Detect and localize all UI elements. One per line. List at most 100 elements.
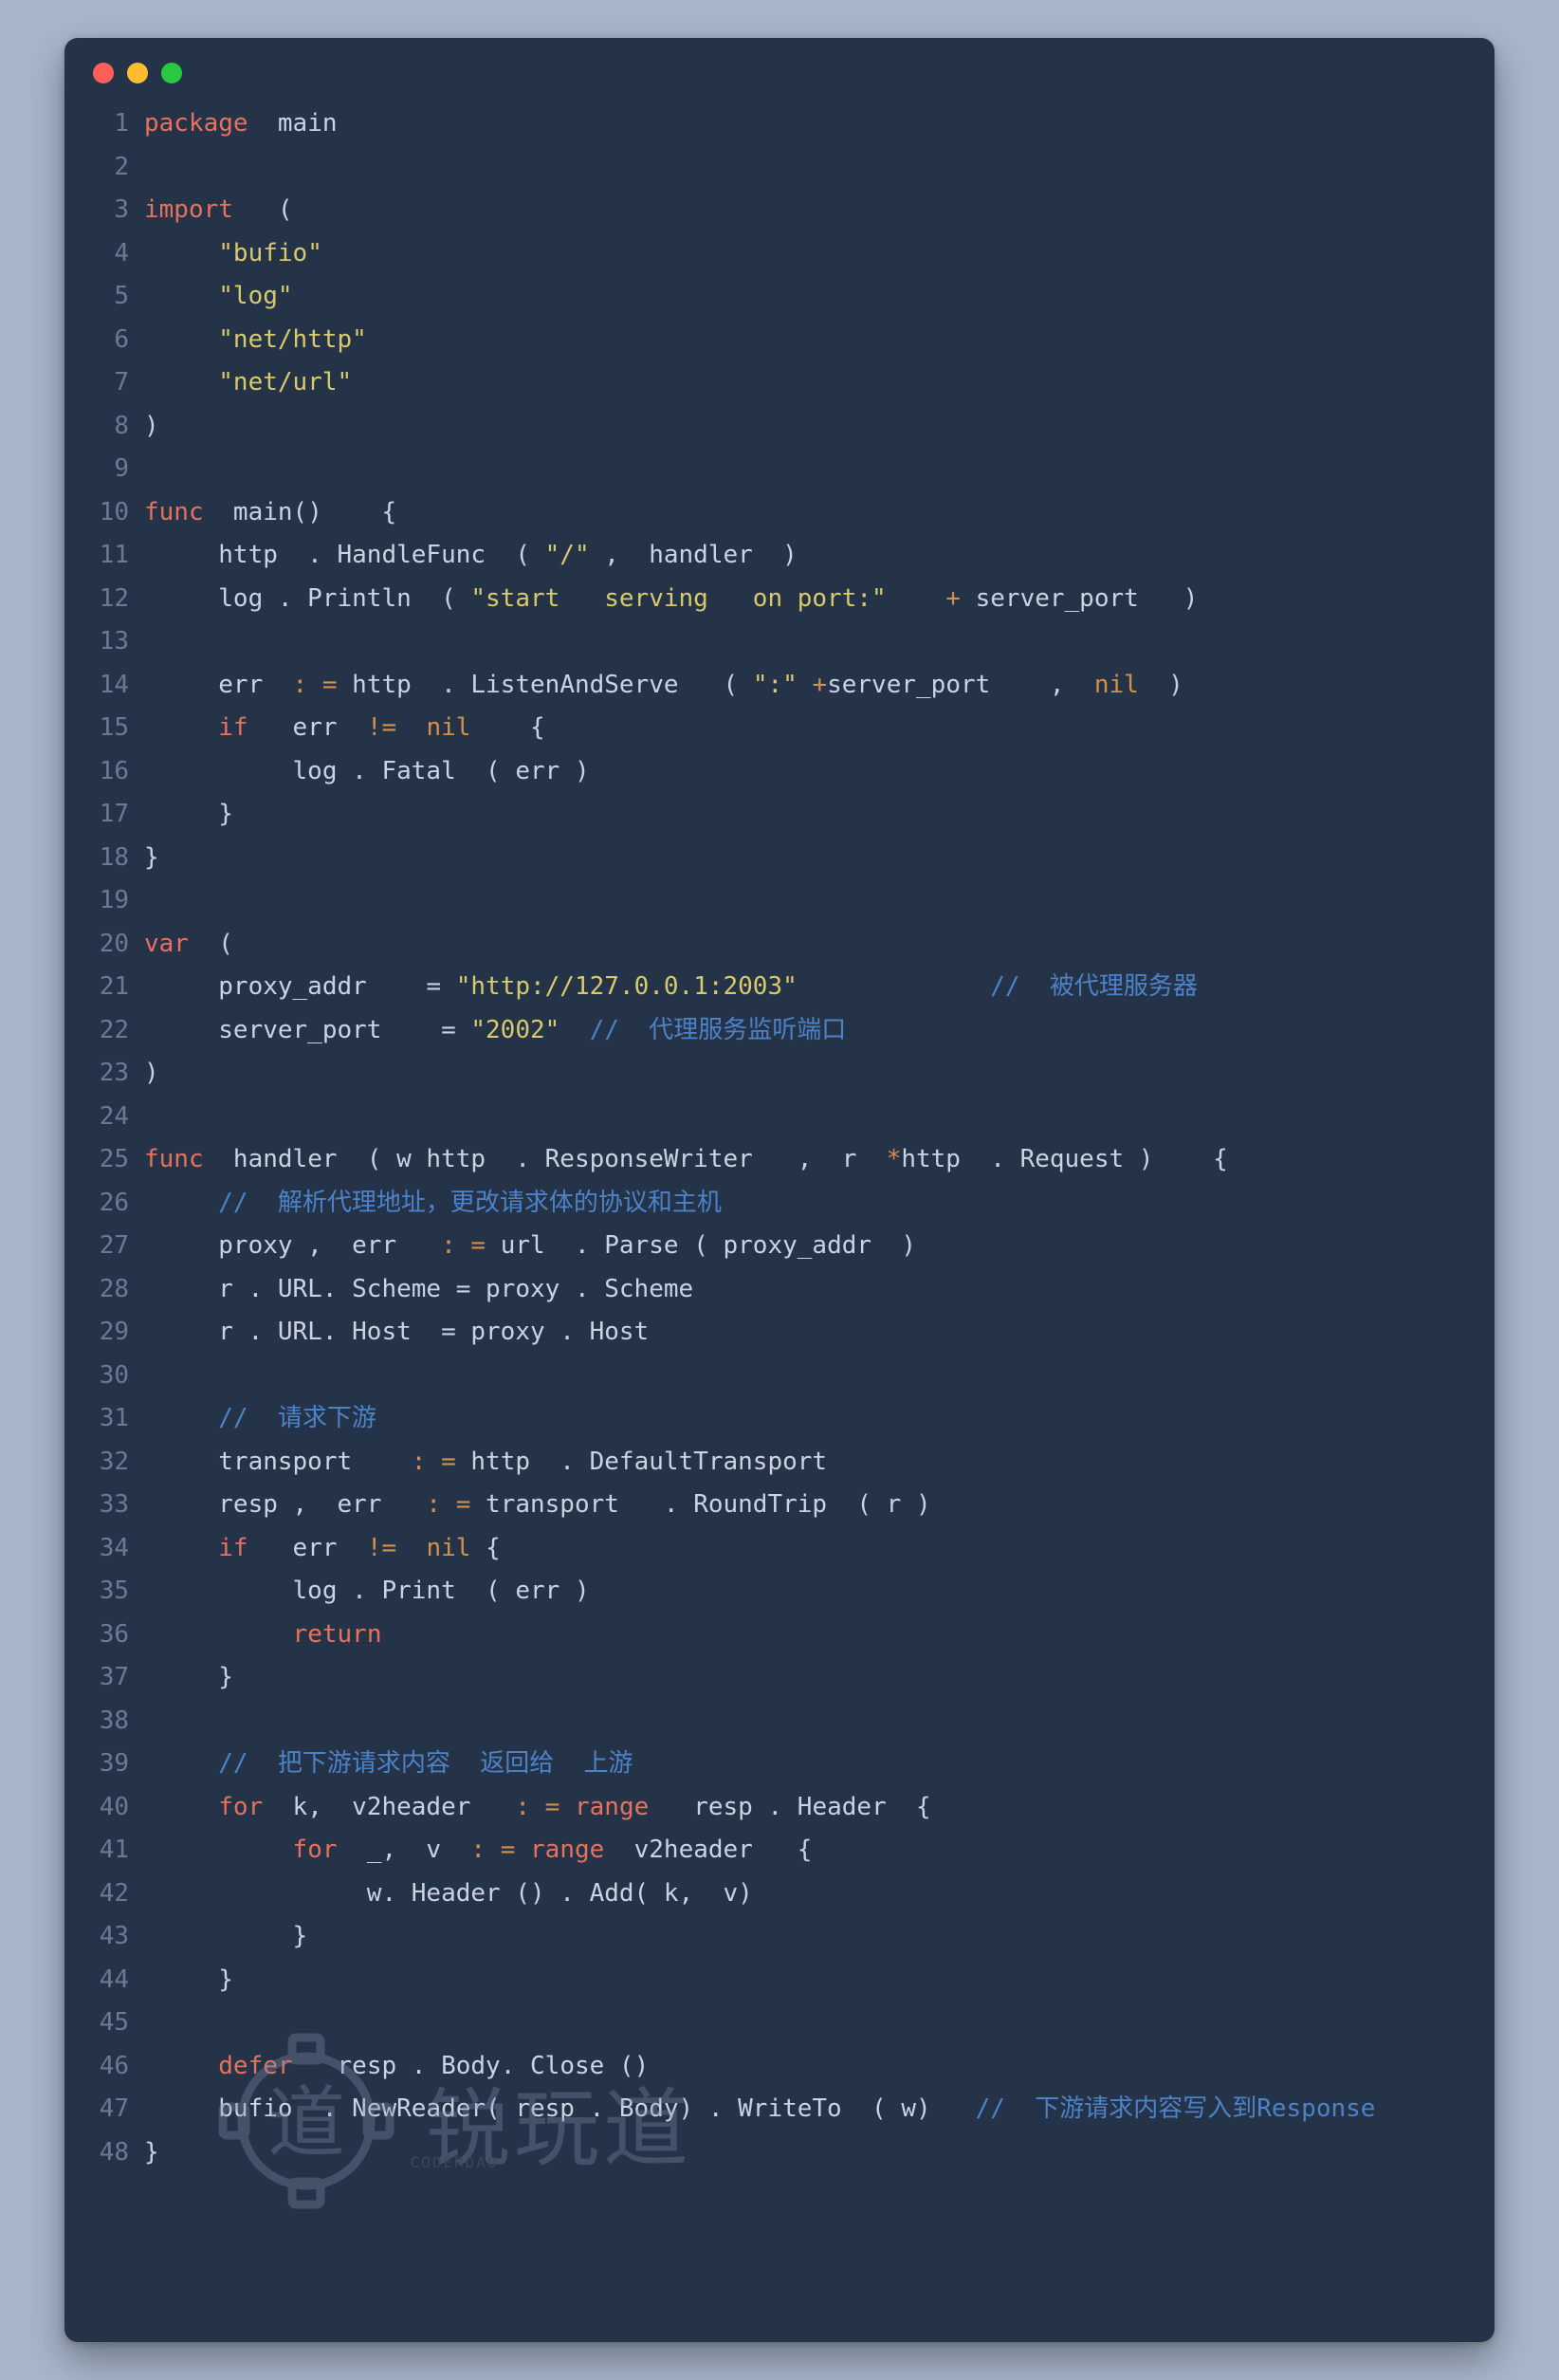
code-line: 1package main (91, 102, 1468, 146)
line-number: 6 (91, 319, 144, 362)
code-line: 41 for _, v : = range v2header { (91, 1829, 1468, 1873)
line-content: // 解析代理地址，更改请求体的协议和主机 (144, 1182, 1468, 1226)
code-area: 1package main23import (4 "bufio"5 "log"6… (64, 91, 1495, 2201)
line-content: proxy_addr = "http://127.0.0.1:2003" // … (144, 966, 1468, 1009)
line-number: 14 (91, 664, 144, 708)
code-line: 7 "net/url" (91, 361, 1468, 405)
line-content: } (144, 1959, 1468, 2002)
line-number: 35 (91, 1570, 144, 1614)
line-number: 7 (91, 361, 144, 405)
line-content: resp , err : = transport . RoundTrip ( r… (144, 1484, 1468, 1527)
code-line: 29 r . URL. Host = proxy . Host (91, 1311, 1468, 1355)
code-line: 27 proxy , err : = url . Parse ( proxy_a… (91, 1225, 1468, 1268)
code-line: 42 w. Header () . Add( k, v) (91, 1873, 1468, 1916)
line-number: 37 (91, 1656, 144, 1700)
line-content (144, 1700, 1468, 1743)
code-line: 31 // 请求下游 (91, 1397, 1468, 1441)
line-number: 12 (91, 578, 144, 621)
code-window: 1package main23import (4 "bufio"5 "log"6… (64, 38, 1495, 2342)
line-number: 1 (91, 102, 144, 146)
line-number: 31 (91, 1397, 144, 1441)
maximize-icon[interactable] (161, 63, 182, 83)
code-line: 20var ( (91, 923, 1468, 967)
line-number: 29 (91, 1311, 144, 1355)
line-content: } (144, 2131, 1468, 2175)
line-content: } (144, 1915, 1468, 1959)
line-number: 33 (91, 1484, 144, 1527)
line-content: http . HandleFunc ( "/" , handler ) (144, 534, 1468, 578)
line-number: 9 (91, 448, 144, 491)
line-content: r . URL. Host = proxy . Host (144, 1311, 1468, 1355)
code-line: 14 err : = http . ListenAndServe ( ":" +… (91, 664, 1468, 708)
line-content: if err != nil { (144, 1527, 1468, 1571)
code-line: 24 (91, 1096, 1468, 1139)
line-content: err : = http . ListenAndServe ( ":" +ser… (144, 664, 1468, 708)
line-content (144, 1096, 1468, 1139)
line-content: ) (144, 1052, 1468, 1096)
line-number: 20 (91, 923, 144, 967)
code-line: 9 (91, 448, 1468, 491)
line-content: for _, v : = range v2header { (144, 1829, 1468, 1873)
code-line: 33 resp , err : = transport . RoundTrip … (91, 1484, 1468, 1527)
code-line: 40 for k, v2header : = range resp . Head… (91, 1786, 1468, 1830)
line-number: 24 (91, 1096, 144, 1139)
line-content: r . URL. Scheme = proxy . Scheme (144, 1268, 1468, 1312)
line-content: bufio . NewReader( resp . Body) . WriteT… (144, 2088, 1468, 2131)
code-line: 10func main() { (91, 491, 1468, 535)
line-number: 15 (91, 707, 144, 750)
code-line: 48} (91, 2131, 1468, 2175)
line-content: defer resp . Body. Close () (144, 2045, 1468, 2089)
line-number: 8 (91, 405, 144, 449)
minimize-icon[interactable] (127, 63, 148, 83)
line-content: transport : = http . DefaultTransport (144, 1441, 1468, 1485)
line-number: 28 (91, 1268, 144, 1312)
code-line: 35 log . Print ( err ) (91, 1570, 1468, 1614)
code-line: 3import ( (91, 189, 1468, 232)
code-line: 5 "log" (91, 275, 1468, 319)
code-line: 34 if err != nil { (91, 1527, 1468, 1571)
line-content: "log" (144, 275, 1468, 319)
close-icon[interactable] (93, 63, 114, 83)
code-line: 13 (91, 620, 1468, 664)
code-line: 18} (91, 837, 1468, 880)
code-line: 21 proxy_addr = "http://127.0.0.1:2003" … (91, 966, 1468, 1009)
line-number: 5 (91, 275, 144, 319)
line-number: 38 (91, 1700, 144, 1743)
line-content: import ( (144, 189, 1468, 232)
line-number: 43 (91, 1915, 144, 1959)
code-line: 26 // 解析代理地址，更改请求体的协议和主机 (91, 1182, 1468, 1226)
code-line: 45 (91, 2002, 1468, 2045)
line-content: package main (144, 102, 1468, 146)
line-content: "net/http" (144, 319, 1468, 362)
line-number: 27 (91, 1225, 144, 1268)
line-content: func main() { (144, 491, 1468, 535)
line-number: 23 (91, 1052, 144, 1096)
line-number: 30 (91, 1355, 144, 1398)
line-number: 17 (91, 793, 144, 837)
line-number: 3 (91, 189, 144, 232)
line-number: 25 (91, 1138, 144, 1182)
code-line: 30 (91, 1355, 1468, 1398)
code-line: 46 defer resp . Body. Close () (91, 2045, 1468, 2089)
code-line: 39 // 把下游请求内容 返回给 上游 (91, 1743, 1468, 1786)
line-number: 39 (91, 1743, 144, 1786)
line-content: ) (144, 405, 1468, 449)
line-content: log . Println ( "start serving on port:"… (144, 578, 1468, 621)
line-content: var ( (144, 923, 1468, 967)
line-content: "bufio" (144, 232, 1468, 276)
line-number: 48 (91, 2131, 144, 2175)
line-number: 2 (91, 146, 144, 190)
code-line: 44 } (91, 1959, 1468, 2002)
line-number: 45 (91, 2002, 144, 2045)
code-line: 36 return (91, 1614, 1468, 1657)
code-line: 32 transport : = http . DefaultTransport (91, 1441, 1468, 1485)
line-number: 42 (91, 1873, 144, 1916)
line-content: // 请求下游 (144, 1397, 1468, 1441)
line-content: proxy , err : = url . Parse ( proxy_addr… (144, 1225, 1468, 1268)
code-line: 37 } (91, 1656, 1468, 1700)
code-line: 25func handler ( w http . ResponseWriter… (91, 1138, 1468, 1182)
line-content: } (144, 1656, 1468, 1700)
code-line: 43 } (91, 1915, 1468, 1959)
line-number: 34 (91, 1527, 144, 1571)
line-number: 21 (91, 966, 144, 1009)
